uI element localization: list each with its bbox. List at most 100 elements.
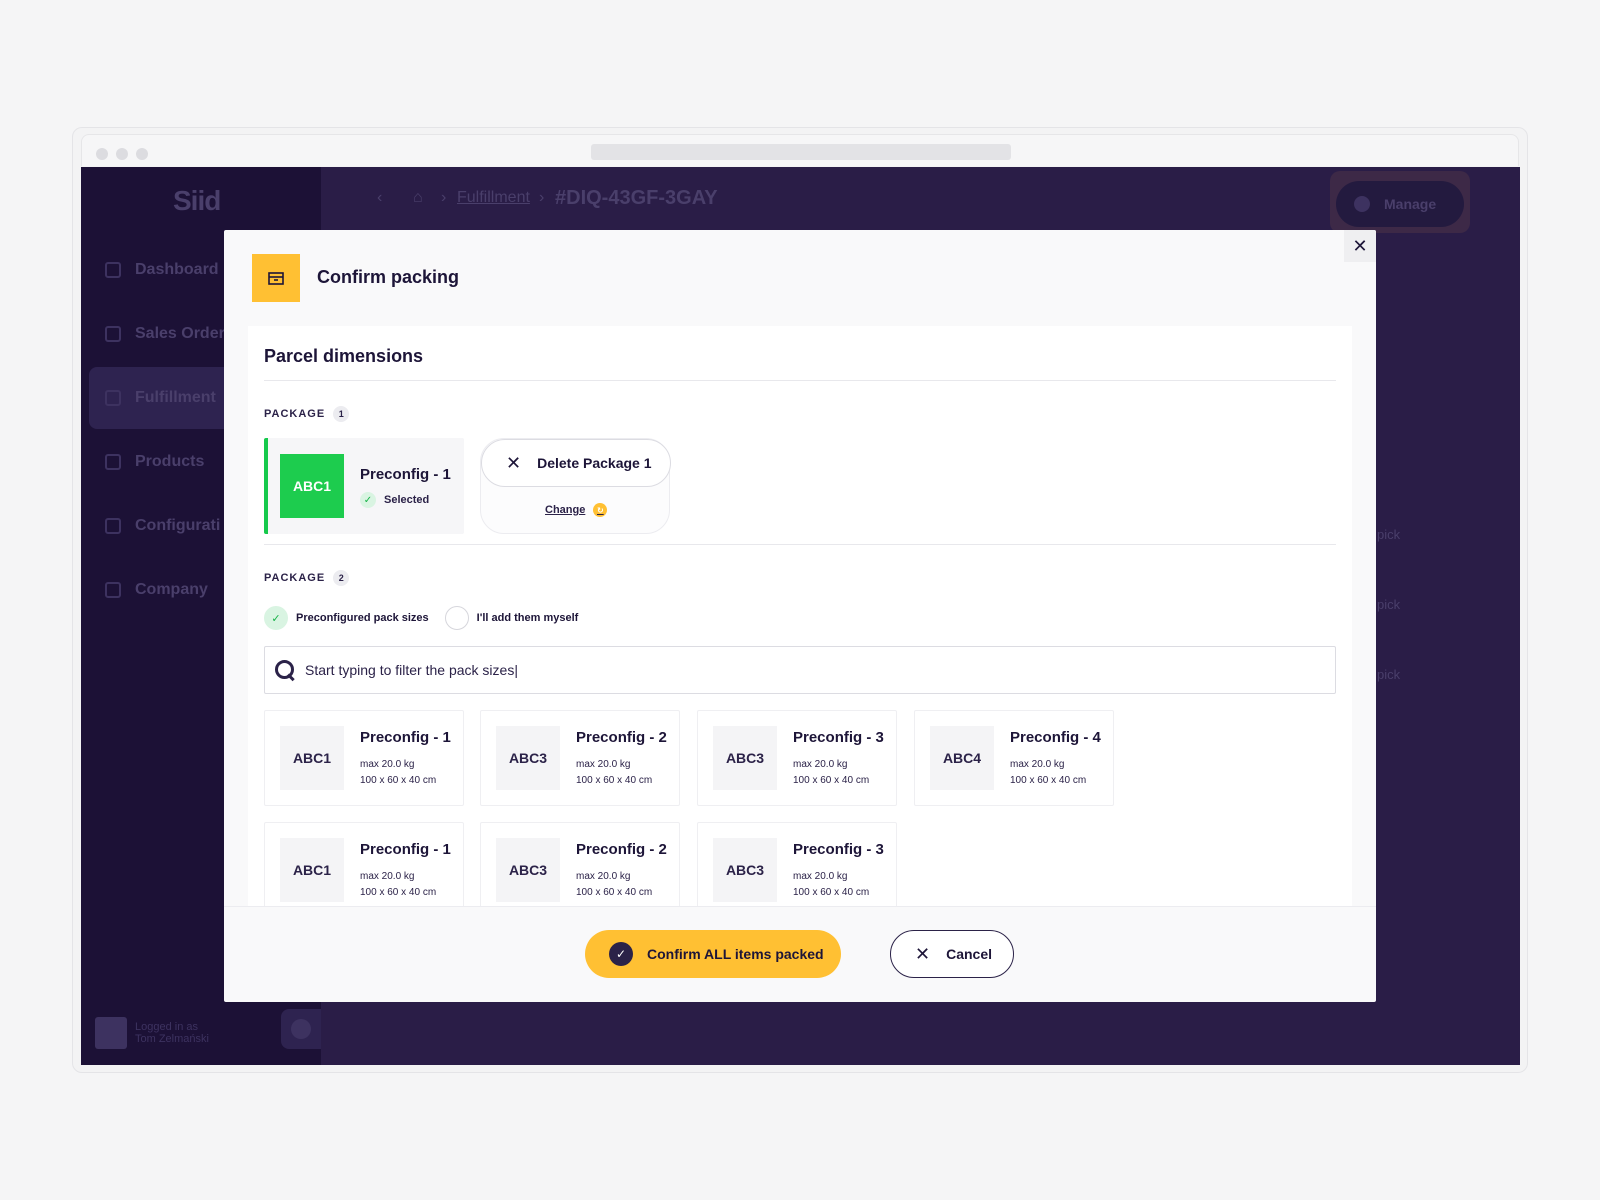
window-maximize-dot[interactable] xyxy=(136,148,148,160)
pack-size-mode: ✓ Preconfigured pack sizes I'll add them… xyxy=(264,606,594,630)
avatar xyxy=(95,1017,127,1049)
products-icon xyxy=(105,454,121,470)
window-minimize-dot[interactable] xyxy=(116,148,128,160)
back-chevron-icon[interactable]: ‹ xyxy=(377,189,382,207)
pack-dims: 100 x 60 x 40 cm xyxy=(793,775,870,786)
fulfillment-icon xyxy=(105,390,121,406)
breadcrumb-fulfillment[interactable]: Fulfillment xyxy=(457,189,530,207)
package-label-text: PACKAGE xyxy=(264,408,326,420)
app-logo: Siid xyxy=(173,185,221,216)
pack-card[interactable]: ABC3 Preconfig - 3 max 20.0 kg 100 x 60 x… xyxy=(697,822,897,906)
pack-weight: max 20.0 kg xyxy=(576,759,631,770)
manage-label: Manage xyxy=(1384,196,1437,212)
pack-dims: 100 x 60 x 40 cm xyxy=(576,775,653,786)
radio-label[interactable]: Preconfigured pack sizes xyxy=(296,612,429,624)
window-close-dot[interactable] xyxy=(96,148,108,160)
cancel-button[interactable]: ✕ Cancel xyxy=(890,930,1014,978)
confirm-label: Confirm ALL items packed xyxy=(647,946,824,962)
pack-weight: max 20.0 kg xyxy=(360,871,415,882)
pack-meta: max 20.0 kg 100 x 60 x 40 cm xyxy=(1010,757,1086,789)
pack-card[interactable]: ABC4 Preconfig - 4 max 20.0 kg 100 x 60 x… xyxy=(914,710,1114,806)
user-info: Logged in as Tom Zelmański xyxy=(95,1017,209,1049)
order-id: #DIQ-43GF-3GAY xyxy=(555,187,718,209)
pack-meta: max 20.0 kg 100 x 60 x 40 cm xyxy=(360,757,436,789)
footer-divider xyxy=(224,906,1376,907)
divider xyxy=(264,544,1336,545)
pack-name: Preconfig - 1 xyxy=(360,841,451,858)
pack-card[interactable]: ABC1 Preconfig - 1 max 20.0 kg 100 x 60 x… xyxy=(264,710,464,806)
fulfillment-icon: ⌂ xyxy=(413,189,423,206)
pack-weight: max 20.0 kg xyxy=(793,759,848,770)
pack-card[interactable]: ABC3 Preconfig - 2 max 20.0 kg 100 x 60 x… xyxy=(480,710,680,806)
topbar: ‹ ⌂ › Fulfillment › #DIQ-43GF-3GAY Manag… xyxy=(321,167,1520,233)
pack-weight: max 20.0 kg xyxy=(1010,759,1065,770)
pack-thumbnail: ABC3 xyxy=(496,838,560,902)
pack-thumbnail: ABC3 xyxy=(713,726,777,790)
sidebar-item-label: Configurati xyxy=(135,517,221,534)
pack-card[interactable]: ABC1 Preconfig - 1 max 20.0 kg 100 x 60 x… xyxy=(264,822,464,906)
close-icon: ✕ xyxy=(915,943,931,964)
pack-thumbnail: ABC3 xyxy=(713,838,777,902)
user-caption: Logged in as xyxy=(135,1021,198,1033)
selected-pack-card[interactable]: ABC1 Preconfig - 1 ✓ Selected xyxy=(264,438,464,534)
sidebar-collapse-button[interactable] xyxy=(281,1009,321,1049)
sidebar-item-label: Dashboard xyxy=(135,261,219,278)
pack-name: Preconfig - 1 xyxy=(360,729,451,746)
preconfigured-radio[interactable]: ✓ xyxy=(264,606,288,630)
pack-meta: max 20.0 kg 100 x 60 x 40 cm xyxy=(576,757,652,789)
package-1-label: PACKAGE 1 xyxy=(264,406,350,422)
sidebar-item-label: Company xyxy=(135,581,208,598)
manage-container: Manage xyxy=(1330,171,1470,233)
status-text: Selected xyxy=(384,494,430,506)
search-input[interactable] xyxy=(305,662,1205,678)
pack-thumbnail: ABC1 xyxy=(280,454,344,518)
package-number-badge: 2 xyxy=(333,570,350,586)
bg-row-text: pick xyxy=(1377,527,1401,542)
sales-order-icon xyxy=(105,326,121,342)
close-icon: ✕ xyxy=(506,452,522,473)
manage-button[interactable]: Manage xyxy=(1336,181,1464,227)
pack-card[interactable]: ABC3 Preconfig - 3 max 20.0 kg 100 x 60 x… xyxy=(697,710,897,806)
pack-name: Preconfig - 4 xyxy=(1010,729,1101,746)
change-label: Change xyxy=(545,504,586,516)
pack-dims: 100 x 60 x 40 cm xyxy=(360,887,437,898)
radio-label[interactable]: I'll add them myself xyxy=(477,612,579,624)
pack-name: Preconfig - 2 xyxy=(576,729,667,746)
pack-dims: 100 x 60 x 40 cm xyxy=(360,775,437,786)
cancel-label: Cancel xyxy=(946,946,993,962)
package-icon xyxy=(252,254,300,302)
user-name: Tom Zelmański xyxy=(135,1033,209,1045)
pack-name: Preconfig - 3 xyxy=(793,841,884,858)
pack-meta: max 20.0 kg 100 x 60 x 40 cm xyxy=(793,869,869,901)
check-icon: ✓ xyxy=(360,492,376,508)
refresh-icon: ↻ xyxy=(593,503,608,517)
change-pack-link[interactable]: Change ↻ xyxy=(545,503,608,517)
pack-meta: max 20.0 kg 100 x 60 x 40 cm xyxy=(576,869,652,901)
delete-label: Delete Package 1 xyxy=(537,455,652,471)
close-modal-button[interactable]: ✕ xyxy=(1344,230,1376,262)
section-title: Parcel dimensions xyxy=(264,346,424,366)
company-icon xyxy=(105,582,121,598)
confirm-packing-modal: ✕ Confirm packing Parcel dimensions PACK… xyxy=(224,230,1376,1002)
bg-row-text: pick xyxy=(1377,597,1401,612)
manual-radio[interactable] xyxy=(444,606,469,630)
pack-dims: 100 x 60 x 40 cm xyxy=(793,887,870,898)
selected-status: ✓ Selected xyxy=(360,492,429,508)
pack-dims: 100 x 60 x 40 cm xyxy=(576,887,653,898)
address-bar[interactable] xyxy=(591,144,1011,160)
search-icon xyxy=(273,658,297,682)
confirm-all-packed-button[interactable]: ✓ Confirm ALL items packed xyxy=(585,930,841,978)
pack-name: Preconfig - 1 xyxy=(360,466,451,483)
manage-icon xyxy=(1354,196,1370,212)
breadcrumb-separator-icon: › xyxy=(539,189,545,206)
sidebar-item-label: Products xyxy=(135,453,205,470)
parcel-dimensions-panel: Parcel dimensions PACKAGE 1 ABC1 Preconf… xyxy=(248,326,1352,906)
pack-dims: 100 x 60 x 40 cm xyxy=(1010,775,1087,786)
sidebar-item-label: Fulfillment xyxy=(135,389,216,406)
pack-card[interactable]: ABC3 Preconfig - 2 max 20.0 kg 100 x 60 x… xyxy=(480,822,680,906)
pack-thumbnail: ABC1 xyxy=(280,726,344,790)
package-number-badge: 1 xyxy=(333,406,350,422)
pack-thumbnail: ABC3 xyxy=(496,726,560,790)
delete-package-button[interactable]: ✕ Delete Package 1 xyxy=(481,439,671,487)
dashboard-icon xyxy=(105,262,121,278)
